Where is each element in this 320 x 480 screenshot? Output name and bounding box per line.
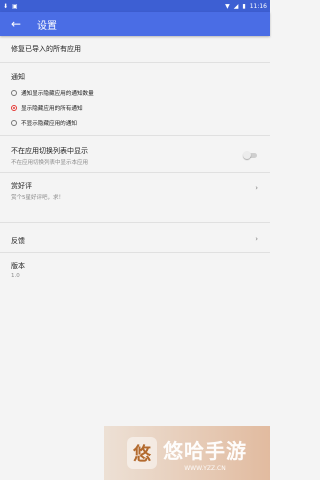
divider [0,252,270,253]
download-icon: ⬇ [3,2,9,10]
radio-button-checked[interactable] [11,105,17,111]
page-title: 设置 [37,20,57,32]
hide-from-recents-subtitle: 不在应用切换列表中显示本应用 [11,160,89,166]
rate-subtitle: 赏个5星好评吧，求！ [11,195,64,201]
toggle-knob [243,151,251,159]
divider [0,222,270,223]
chevron-right-icon: › [255,235,258,243]
version-title: 版本 [11,262,25,270]
notify-option-all[interactable]: 显示隐藏应用的所有通知 [0,104,270,112]
back-button[interactable]: ← [4,12,28,36]
chevron-right-icon: › [255,184,258,192]
repair-apps-item[interactable]: 修复已导入的所有应用 [0,36,270,62]
version-item: 版本 1.0 [0,261,270,285]
arrow-left-icon: ← [10,17,22,31]
image-icon: ▣ [12,2,18,10]
divider [0,135,270,136]
feedback-title: 反馈 [11,237,25,245]
battery-icon: ▮ [242,2,246,10]
notify-option-label: 显示隐藏应用的所有通知 [21,106,83,112]
hide-from-recents-toggle[interactable] [243,151,257,159]
divider [0,172,270,173]
hide-from-recents-title: 不在应用切换列表中显示 [11,147,88,155]
app-bar: ← 设置 [0,12,270,36]
notify-option-count[interactable]: 通知显示隐藏应用的通知数量 [0,89,270,97]
repair-apps-label: 修复已导入的所有应用 [11,45,81,53]
settings-list: 修复已导入的所有应用 通知 通知显示隐藏应用的通知数量 显示隐藏应用的所有通知 … [0,36,270,480]
version-value: 1.0 [11,273,20,279]
feedback-item[interactable]: 反馈 › [0,235,270,248]
status-time: 11:16 [249,2,267,10]
notify-option-label: 通知显示隐藏应用的通知数量 [21,91,94,97]
notify-option-label: 不显示隐藏应用的通知 [21,121,77,127]
signal-icon: ◢ [233,2,239,10]
status-bar: ⬇ ▣ ▼ ◢ ▮ 11:16 [0,0,270,12]
rate-title: 赏好评 [11,182,32,190]
radio-button[interactable] [11,90,17,96]
hide-from-recents-item[interactable]: 不在应用切换列表中显示 不在应用切换列表中显示本应用 [0,146,270,172]
status-bar-left: ⬇ ▣ [3,3,18,10]
radio-button[interactable] [11,120,17,126]
divider [0,62,270,63]
notify-section: 通知 [0,72,270,82]
status-bar-right: ▼ ◢ ▮ 11:16 [225,3,267,10]
notify-section-title: 通知 [11,73,25,81]
rate-item[interactable]: 赏好评 赏个5星好评吧，求！ › [0,181,270,205]
wifi-icon: ▼ [225,2,230,10]
notify-option-none[interactable]: 不显示隐藏应用的通知 [0,119,270,127]
